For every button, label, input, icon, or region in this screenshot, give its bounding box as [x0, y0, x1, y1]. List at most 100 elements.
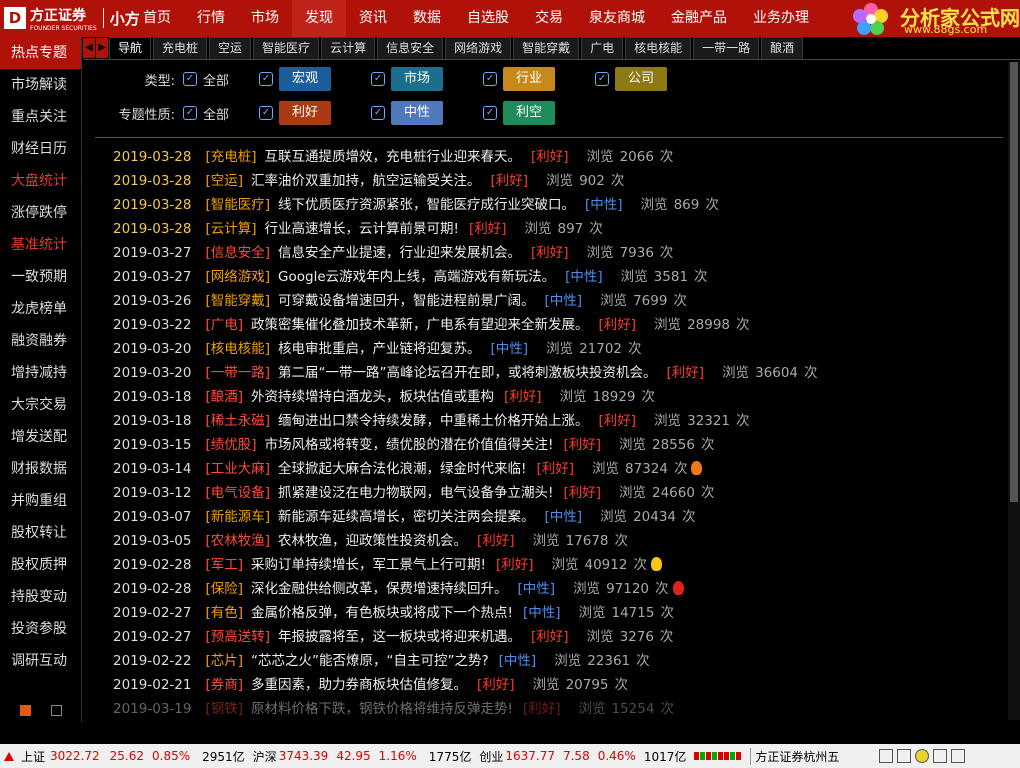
filter-chip[interactable]: 中性	[391, 101, 444, 125]
news-title[interactable]: 政策密集催化叠加技术革新，广电系有望迎来全新发展。	[251, 317, 589, 333]
news-title[interactable]: 线下优质医疗资源紧张，智能医疗成行业突破口。	[278, 197, 575, 213]
news-tag[interactable]: [智能穿戴]	[205, 293, 270, 309]
news-title[interactable]: 农林牧渔，迎政策性投资机会。	[278, 533, 467, 549]
sidebar-item[interactable]: 大盘统计	[0, 165, 81, 197]
news-title[interactable]: 第二届“一带一路”高峰论坛召开在即，或将刺激板块投资机会。	[278, 365, 657, 381]
news-tag[interactable]: [工业大麻]	[205, 461, 270, 477]
sh-name[interactable]: 上证	[21, 748, 45, 765]
chip-checkbox[interactable]: ✓	[483, 106, 498, 120]
news-tag[interactable]: [核电核能]	[205, 341, 270, 357]
menu-item[interactable]: 发现	[292, 0, 346, 37]
filter-chip[interactable]: 宏观	[279, 67, 332, 91]
menu-item[interactable]: 数据	[400, 0, 454, 37]
scrollbar[interactable]	[1008, 62, 1020, 720]
news-row[interactable]: 2019-03-14 [工业大麻] 全球掀起大麻合法化浪潮，绿金时代来临! [利好] 浏…	[113, 457, 993, 481]
sidebar-item[interactable]: 财报数据	[0, 453, 81, 485]
page-dot[interactable]	[51, 705, 62, 716]
topic-tab[interactable]: 智能医疗	[253, 37, 320, 59]
news-tag[interactable]: [有色]	[205, 605, 243, 621]
news-tag[interactable]: [充电桩]	[205, 149, 256, 165]
news-row[interactable]: 2019-03-15 [绩优股] 市场风格或将转变，绩优股的潜在价值值得关注! [利好…	[113, 433, 993, 457]
cy-name[interactable]: 创业	[479, 748, 503, 765]
news-title[interactable]: 抓紧建设泛在电力物联网，电气设备争立潮头!	[278, 485, 553, 501]
news-title[interactable]: 核电审批重启，产业链将迎复苏。	[278, 341, 481, 357]
news-title[interactable]: 全球掀起大麻合法化浪潮，绿金时代来临!	[278, 461, 526, 477]
news-tag[interactable]: [军工]	[205, 557, 243, 573]
news-title[interactable]: 互联互通提质增效，充电桩行业迎来春天。	[265, 149, 522, 165]
news-row[interactable]: 2019-02-27 [预高送转] 年报披露将至，这一板块或将迎来机遇。 [利好] 浏览…	[113, 625, 993, 649]
menu-item[interactable]: 泉友商城	[576, 0, 658, 37]
news-tag[interactable]: [网络游戏]	[205, 269, 270, 285]
news-title[interactable]: 信息安全产业提速，行业迎来发展机会。	[278, 245, 521, 261]
chip-checkbox[interactable]: ✓	[259, 72, 274, 86]
news-row[interactable]: 2019-03-27 [信息安全] 信息安全产业提速，行业迎来发展机会。 [利好] 浏览…	[113, 241, 993, 265]
news-title[interactable]: 行业高速增长，云计算前景可期!	[265, 221, 459, 237]
news-tag[interactable]: [券商]	[205, 677, 243, 693]
sidebar-item[interactable]: 大宗交易	[0, 389, 81, 421]
topic-tab[interactable]: 云计算	[321, 37, 376, 59]
sidebar-item[interactable]: 涨停跌停	[0, 197, 81, 229]
sidebar-item[interactable]: 市场解读	[0, 69, 81, 101]
news-tag[interactable]: [农林牧渔]	[205, 533, 270, 549]
news-tag[interactable]: [稀土永磁]	[205, 413, 270, 429]
message-icon[interactable]	[879, 749, 894, 763]
news-tag[interactable]: [新能源车]	[205, 509, 270, 525]
news-tag[interactable]: [电气设备]	[205, 485, 270, 501]
sidebar-item[interactable]: 热点专题	[0, 37, 81, 69]
news-title[interactable]: 深化金融供给侧改革，保费增速持续回升。	[251, 581, 508, 597]
scrollbar-thumb[interactable]	[1010, 62, 1018, 502]
topic-tab[interactable]: 核电核能	[625, 37, 692, 59]
news-tag[interactable]: [钢铁]	[205, 701, 243, 717]
menu-item[interactable]: 资讯	[346, 0, 400, 37]
menu-item[interactable]: 首页	[130, 0, 184, 37]
news-title[interactable]: 市场风格或将转变，绩优股的潜在价值值得关注!	[265, 437, 554, 453]
sidebar-item[interactable]: 融资融券	[0, 325, 81, 357]
news-title[interactable]: 外资持续增持白酒龙头，板块估值或重构	[251, 389, 494, 405]
sz-name[interactable]: 沪深	[253, 748, 277, 765]
news-title[interactable]: 多重因素，助力券商板块估值修复。	[251, 677, 467, 693]
news-row[interactable]: 2019-03-26 [智能穿戴] 可穿戴设备增速回升，智能进程前景广阔。 [中性] 浏…	[113, 289, 993, 313]
sidebar-item[interactable]: 投资参股	[0, 613, 81, 645]
tab-prev-icon[interactable]: ◀	[83, 38, 95, 58]
sidebar-item[interactable]: 龙虎榜单	[0, 293, 81, 325]
news-row[interactable]: 2019-02-22 [芯片] “芯芯之火”能否燎原，“自主可控”之势? [中性] 浏览…	[113, 649, 993, 673]
checkbox-type-all[interactable]: ✓	[183, 72, 197, 86]
topic-tab[interactable]: 一带一路	[693, 37, 760, 59]
news-tag[interactable]: [信息安全]	[205, 245, 270, 261]
news-row[interactable]: 2019-03-07 [新能源车] 新能源车延续高增长，密切关注两会提案。 [中性] 浏…	[113, 505, 993, 529]
news-title[interactable]: 年报披露将至，这一板块或将迎来机遇。	[278, 629, 521, 645]
topic-tab[interactable]: 信息安全	[377, 37, 444, 59]
menu-item[interactable]: 交易	[522, 0, 576, 37]
sidebar-item[interactable]: 一致预期	[0, 261, 81, 293]
topic-tab[interactable]: 酿酒	[761, 37, 804, 59]
topic-tab[interactable]: 充电桩	[153, 37, 208, 59]
sidebar-item[interactable]: 财经日历	[0, 133, 81, 165]
news-row[interactable]: 2019-03-22 [广电] 政策密集催化叠加技术革新，广电系有望迎来全新发展。 […	[113, 313, 993, 337]
news-title[interactable]: Google云游戏年内上线，高端游戏有新玩法。	[278, 269, 555, 285]
page-dot-active[interactable]	[20, 705, 31, 716]
chip-checkbox[interactable]: ✓	[371, 106, 386, 120]
sidebar-item[interactable]: 持股变动	[0, 581, 81, 613]
topic-tab[interactable]: 空运	[209, 37, 252, 59]
news-title[interactable]: 金属价格反弹，有色板块或将成下一个热点!	[251, 605, 513, 621]
topic-tab[interactable]: 广电	[581, 37, 624, 59]
sidebar-item[interactable]: 并购重组	[0, 485, 81, 517]
news-title[interactable]: 采购订单持续增长，军工景气上行可期!	[251, 557, 486, 573]
news-tag[interactable]: [芯片]	[205, 653, 243, 669]
window-icon[interactable]	[951, 749, 966, 763]
notice-icon[interactable]	[915, 749, 930, 763]
news-tag[interactable]: [酿酒]	[205, 389, 243, 405]
topic-tab[interactable]: 网络游戏	[445, 37, 512, 59]
news-tag[interactable]: [绩优股]	[205, 437, 256, 453]
menu-item[interactable]: 市场	[238, 0, 292, 37]
sidebar-item[interactable]: 股权质押	[0, 549, 81, 581]
ad-banner[interactable]: 分析家公式网 www.88gs.com	[826, 0, 1020, 37]
news-row[interactable]: 2019-02-28 [保险] 深化金融供给侧改革，保费增速持续回升。 [中性] 浏览 9…	[113, 577, 993, 601]
news-row[interactable]: 2019-03-20 [核电核能] 核电审批重启，产业链将迎复苏。 [中性] 浏览 217…	[113, 337, 993, 361]
news-row[interactable]: 2019-02-21 [券商] 多重因素，助力券商板块估值修复。 [利好] 浏览 2079…	[113, 673, 993, 697]
menu-item[interactable]: 自选股	[454, 0, 522, 37]
news-tag[interactable]: [智能医疗]	[205, 197, 270, 213]
chip-checkbox[interactable]: ✓	[259, 106, 274, 120]
news-row[interactable]: 2019-03-12 [电气设备] 抓紧建设泛在电力物联网，电气设备争立潮头! [利好…	[113, 481, 993, 505]
topic-tab[interactable]: 智能穿戴	[513, 37, 580, 59]
